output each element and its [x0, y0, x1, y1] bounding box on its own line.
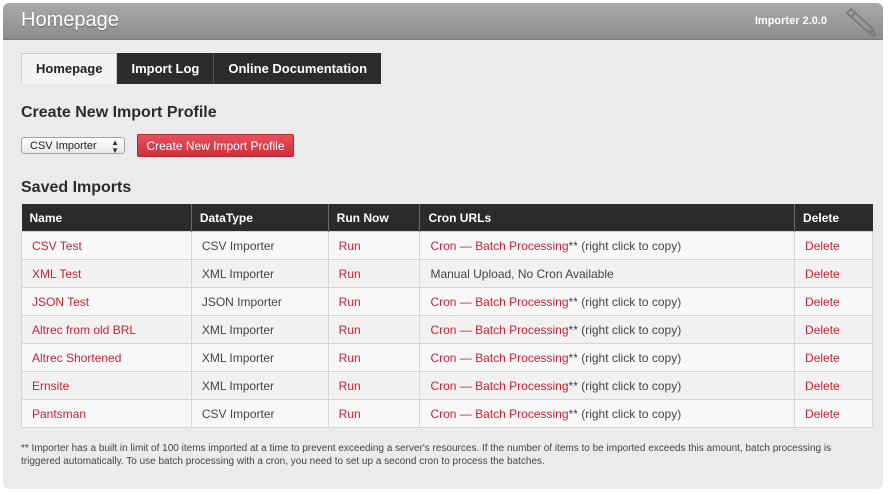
column-header-cron-urls: Cron URLs	[419, 204, 796, 232]
table-row: CSV Test CSV Importer Run Cron — Batch P…	[21, 231, 873, 260]
delete-link[interactable]: Delete	[805, 407, 840, 421]
tab-homepage[interactable]: Homepage	[21, 53, 118, 84]
delete-link[interactable]: Delete	[805, 267, 840, 281]
batch-processing-link[interactable]: Batch Processing	[475, 407, 568, 421]
table-row: Altrec from old BRL XML Importer Run Cro…	[21, 315, 873, 344]
cron-separator: —	[456, 294, 476, 309]
cron-note: ** (right click to copy)	[568, 350, 682, 365]
tab-import-log[interactable]: Import Log	[117, 53, 214, 84]
cron-cell: Cron — Batch Processing** (right click t…	[419, 371, 796, 400]
run-link[interactable]: Run	[339, 351, 361, 365]
cron-note: ** (right click to copy)	[568, 378, 682, 393]
datatype-cell: XML Importer	[190, 259, 329, 288]
cron-separator: —	[456, 350, 476, 365]
cron-cell: Cron — Batch Processing** (right click t…	[419, 287, 796, 316]
run-link[interactable]: Run	[339, 267, 361, 281]
tab-bar: Homepage Import Log Online Documentation	[21, 53, 382, 84]
batch-processing-link[interactable]: Batch Processing	[475, 323, 568, 337]
cron-cell: Cron — Batch Processing** (right click t…	[419, 315, 796, 344]
delete-link[interactable]: Delete	[805, 351, 840, 365]
datatype-cell: XML Importer	[190, 315, 329, 344]
run-link[interactable]: Run	[339, 295, 361, 309]
datatype-cell: CSV Importer	[190, 399, 329, 428]
table-row: Pantsman CSV Importer Run Cron — Batch P…	[21, 399, 873, 428]
tab-online-documentation[interactable]: Online Documentation	[213, 53, 382, 84]
cron-link[interactable]: Cron	[430, 323, 456, 337]
delete-link[interactable]: Delete	[805, 239, 840, 253]
cron-separator: —	[456, 378, 476, 393]
cron-note: ** (right click to copy)	[568, 238, 682, 253]
cron-cell: Cron — Batch Processing** (right click t…	[419, 231, 796, 260]
batch-processing-link[interactable]: Batch Processing	[475, 379, 568, 393]
column-header-delete: Delete	[794, 204, 873, 232]
batch-processing-link[interactable]: Batch Processing	[475, 295, 568, 309]
importer-type-selected: CSV Importer	[30, 140, 97, 152]
cron-separator: —	[456, 322, 476, 337]
table-header-row: Name DataType Run Now Cron URLs Delete	[21, 204, 873, 232]
select-arrows-icon: ▲ ▼	[111, 138, 119, 155]
run-link[interactable]: Run	[339, 323, 361, 337]
cron-link[interactable]: Cron	[430, 239, 456, 253]
run-link[interactable]: Run	[339, 407, 361, 421]
batch-processing-link[interactable]: Batch Processing	[475, 351, 568, 365]
datatype-cell: XML Importer	[190, 371, 329, 400]
run-link[interactable]: Run	[339, 239, 361, 253]
profile-name-link[interactable]: Altrec Shortened	[32, 351, 121, 365]
run-link[interactable]: Run	[339, 379, 361, 393]
table-row: Ernsite XML Importer Run Cron — Batch Pr…	[21, 371, 873, 400]
create-profile-heading: Create New Import Profile	[21, 104, 217, 121]
page-header: Homepage Importer 2.0.0	[3, 3, 883, 40]
column-header-datatype: DataType	[191, 204, 329, 232]
profile-name-link[interactable]: JSON Test	[32, 295, 89, 309]
cron-note: ** (right click to copy)	[568, 406, 682, 421]
delete-link[interactable]: Delete	[805, 295, 840, 309]
create-profile-button[interactable]: Create New Import Profile	[137, 134, 294, 157]
cron-separator: —	[456, 238, 476, 253]
cron-cell: Cron — Batch Processing** (right click t…	[419, 343, 796, 372]
delete-link[interactable]: Delete	[805, 323, 840, 337]
cron-cell: Manual Upload, No Cron Available	[419, 259, 796, 288]
table-row: JSON Test JSON Importer Run Cron — Batch…	[21, 287, 873, 316]
cron-link[interactable]: Cron	[430, 295, 456, 309]
importer-type-select[interactable]: CSV Importer ▲ ▼	[21, 137, 125, 155]
profile-name-link[interactable]: Altrec from old BRL	[32, 323, 136, 337]
saved-imports-table: Name DataType Run Now Cron URLs Delete C…	[21, 204, 873, 428]
batch-limit-footnote: ** Importer has a built in limit of 100 …	[21, 443, 832, 467]
version-label: Importer 2.0.0	[754, 15, 827, 27]
cron-note: ** (right click to copy)	[568, 294, 682, 309]
profile-name-link[interactable]: Pantsman	[32, 407, 86, 421]
cron-link[interactable]: Cron	[430, 351, 456, 365]
datatype-cell: XML Importer	[190, 343, 329, 372]
main-panel: Homepage Importer 2.0.0 Homepage Import …	[3, 3, 883, 489]
profile-name-link[interactable]: CSV Test	[32, 239, 82, 253]
table-row: XML Test XML Importer Run Manual Upload,…	[21, 259, 873, 288]
profile-name-link[interactable]: XML Test	[32, 267, 81, 281]
pencil-icon	[845, 7, 877, 37]
column-header-run-now: Run Now	[328, 204, 421, 232]
cron-separator: —	[456, 406, 476, 421]
cron-link[interactable]: Cron	[430, 379, 456, 393]
cron-note: ** (right click to copy)	[568, 322, 682, 337]
cron-link[interactable]: Cron	[430, 407, 456, 421]
datatype-cell: JSON Importer	[190, 287, 329, 316]
datatype-cell: CSV Importer	[190, 231, 329, 260]
column-header-name: Name	[21, 204, 192, 232]
page-title: Homepage	[21, 9, 119, 31]
delete-link[interactable]: Delete	[805, 379, 840, 393]
table-row: Altrec Shortened XML Importer Run Cron —…	[21, 343, 873, 372]
batch-processing-link[interactable]: Batch Processing	[475, 239, 568, 253]
cron-cell: Cron — Batch Processing** (right click t…	[419, 399, 796, 428]
saved-imports-heading: Saved Imports	[21, 179, 132, 196]
profile-name-link[interactable]: Ernsite	[32, 379, 69, 393]
